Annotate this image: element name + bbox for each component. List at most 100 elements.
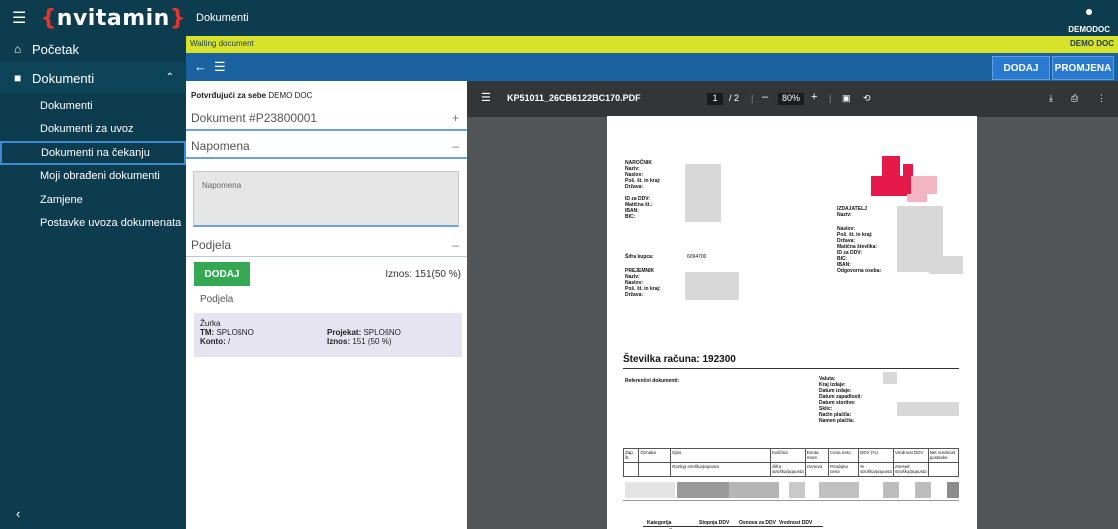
card-title: Žurka	[200, 319, 221, 328]
expand-icon[interactable]: +	[452, 111, 459, 125]
sidebar-item-label: Moji obrađeni dokumenti	[40, 170, 160, 183]
table-cell: Znesek stroška/popusta	[892, 462, 929, 477]
sidebar-item-label: Zamjene	[40, 193, 83, 206]
split-amount: Iznos: 151(50 %)	[385, 269, 461, 280]
logo: {nvitamin}	[40, 5, 186, 31]
zoom-in-icon[interactable]: +	[811, 91, 817, 103]
table-header: Zap. št.	[622, 448, 640, 463]
sidebar-item-label: Dokumenti na čekanju	[41, 146, 150, 159]
sidebar-item-home[interactable]: ⌂ Početak	[0, 36, 186, 62]
note-textarea[interactable]: Napomena	[193, 171, 459, 227]
rotate-icon[interactable]: ⟲	[863, 93, 871, 104]
table-cell: Šifra stroška/popusta	[769, 462, 806, 477]
redacted-block	[947, 482, 959, 498]
pdf-toolbar: ☰ KP51011_26CB6122BC170.PDF 1 / 2 | – 80…	[467, 81, 1118, 117]
user-name: DEMODOC	[1068, 25, 1110, 34]
collapse-icon[interactable]: –	[452, 139, 459, 153]
sidebar-item-moji-obradeni[interactable]: Moji obrađeni dokumenti	[0, 165, 186, 189]
invoice-number: Številka računa: 192300	[623, 354, 736, 365]
field-label: Referenčni dokumenti:	[625, 378, 680, 384]
table-header: Količina	[769, 448, 806, 463]
collapse-icon[interactable]: –	[452, 238, 459, 252]
redacted-block	[625, 482, 675, 498]
redacted-logo	[871, 176, 911, 196]
sidebar-item-dokumenti[interactable]: Dokumenti	[0, 94, 186, 118]
sidebar-item-label: Dokumenti	[40, 99, 93, 112]
redacted-block	[685, 272, 739, 300]
field-label: BIC:	[625, 214, 636, 220]
zoom-input[interactable]: 80%	[778, 93, 804, 105]
add-button[interactable]: DODAJ	[992, 56, 1050, 80]
sidebar-item-dokumenti-za-uvoz[interactable]: Dokumenti za uvoz	[0, 118, 186, 142]
divider	[186, 256, 467, 257]
download-icon[interactable]: ⤓	[1049, 93, 1053, 104]
sidebar-item-label: Postavke uvoza dokumenata	[40, 217, 182, 230]
pdf-filename: KP51011_26CB6122BC170.PDF	[507, 93, 641, 103]
table-header: Net vrednost postavke	[927, 448, 960, 463]
page-title: Dokumenti	[196, 12, 249, 24]
table-cell	[638, 462, 671, 477]
card-projekat: Projekat: SPLOšNO	[327, 328, 401, 337]
menu-icon[interactable]: ☰	[12, 8, 31, 28]
card-iznos: Iznos: 151 (50 %)	[327, 337, 392, 346]
sidebar-item-label: Početak	[32, 41, 79, 57]
split-label: Podjela	[191, 238, 232, 252]
table-header: Opis	[669, 448, 771, 463]
note-placeholder: Napomena	[202, 181, 242, 190]
split-card[interactable]: Žurka TM: SPLOšNO Konto: / Projekat: SPL…	[194, 313, 462, 357]
back-arrow-icon[interactable]: ←	[194, 59, 207, 74]
redacted-block	[789, 482, 805, 498]
menu-icon[interactable]: ☰	[214, 59, 226, 75]
sidebar-item-dokumenti-na-cekanju[interactable]: Dokumenti na čekanju	[0, 141, 186, 165]
divider	[623, 500, 959, 501]
more-options-icon[interactable]: ⋮	[1097, 93, 1106, 104]
card-konto: Konto: /	[200, 337, 231, 346]
redacted-logo	[907, 194, 927, 202]
note-section-header[interactable]: Napomena –	[191, 139, 463, 153]
sidebar-item-zamjene[interactable]: Zamjene	[0, 188, 186, 212]
table-header: DDV (%)	[858, 448, 894, 463]
toolbar: ← ☰ DODAJ PROMJENA	[186, 53, 1118, 81]
add-split-button[interactable]: DODAJ	[194, 262, 250, 286]
redacted-block	[929, 256, 963, 274]
field-value: 6094700	[687, 254, 707, 260]
sidebar-group-label: Dokumenti	[32, 70, 95, 86]
table-header-row: Zap. št. Oznaka Opis Količina Enota mere…	[622, 448, 960, 463]
status-text: Waiting document	[190, 39, 254, 48]
change-button[interactable]: PROMJENA	[1052, 56, 1114, 80]
table-cell: Prodajna cena	[827, 462, 860, 477]
table-cell	[622, 462, 640, 477]
redacted-block	[883, 372, 897, 384]
home-icon: ⌂	[14, 42, 22, 56]
field-label: Država:	[625, 184, 644, 190]
divider: |	[829, 93, 832, 103]
zoom-out-icon[interactable]: –	[762, 91, 768, 103]
field-label: Država:	[625, 292, 644, 298]
page-number-input[interactable]: 1	[707, 93, 723, 105]
print-icon[interactable]: ⎙	[1071, 93, 1078, 104]
redacted-logo	[903, 164, 913, 176]
items-table: Zap. št. Oznaka Opis Količina Enota mere…	[622, 448, 960, 477]
divider	[643, 526, 823, 527]
menu-icon[interactable]: ☰	[481, 91, 491, 104]
pdf-page: NAROČNIK Naziv: Naslov: Poš. št. in kraj…	[607, 116, 977, 529]
user-menu[interactable]: ● DEMODOC	[1068, 3, 1110, 37]
field-label: Naziv:	[837, 212, 852, 218]
redacted-block	[685, 164, 721, 222]
sidebar-header: ☰ {nvitamin}	[0, 0, 186, 36]
sidebar-item-postavke-uvoza[interactable]: Postavke uvoza dokumenata	[0, 212, 186, 236]
note-label: Napomena	[191, 139, 250, 153]
field-label: Namen plačila:	[819, 418, 855, 424]
table-sub-row: Razlog stroška/popusta Šifra stroška/pop…	[622, 462, 960, 477]
table-header: Cena neto	[827, 448, 860, 463]
collapse-sidebar-icon[interactable]: ‹	[16, 506, 20, 521]
sidebar-item-label: Dokumenti za uvoz	[40, 123, 134, 136]
fit-page-icon[interactable]: ▣	[842, 93, 851, 104]
split-section-header[interactable]: Podjela –	[191, 238, 463, 252]
divider	[186, 129, 467, 131]
user-icon: ●	[1084, 3, 1094, 19]
document-section-header[interactable]: Dokument #P23800001 +	[191, 111, 463, 125]
sidebar-group-documents[interactable]: ■ Dokumenti ⌃	[0, 62, 186, 94]
redacted-logo	[911, 176, 937, 194]
top-bar: Dokumenti ● DEMODOC	[186, 0, 1118, 36]
